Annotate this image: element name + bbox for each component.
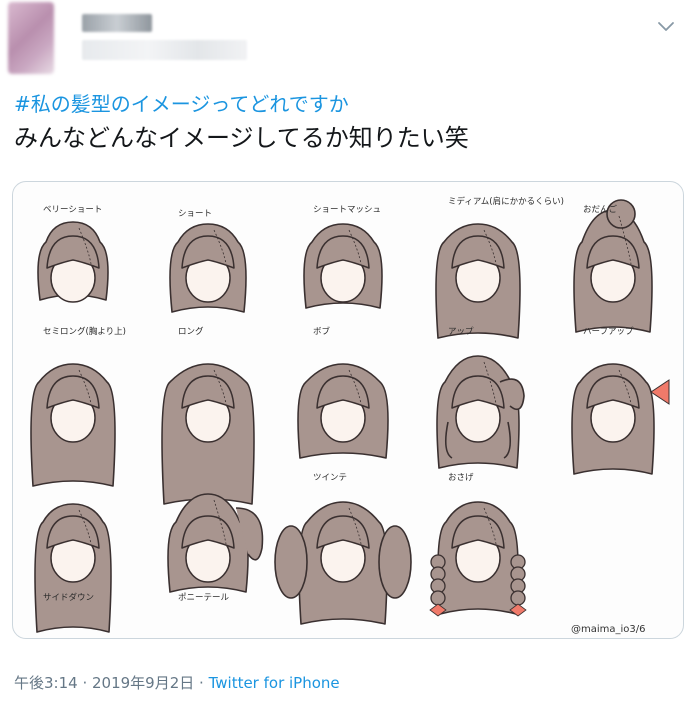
- illustration-credit: @maima_io3/6: [571, 624, 646, 635]
- hairstyle-7: ロング: [161, 326, 255, 505]
- tweet-date[interactable]: 2019年9月2日: [92, 674, 194, 692]
- hairstyle-label: ロング: [178, 326, 204, 337]
- tweet-time[interactable]: 午後3:14: [14, 674, 78, 692]
- hairstyle-label: アップ: [448, 327, 474, 337]
- hairstyle-14: おさげ: [429, 473, 527, 617]
- hairstyle-2: ショート: [169, 209, 247, 313]
- hairstyle-label: おさげ: [448, 473, 474, 483]
- tweet-meta: 午後3:14 · 2019年9月2日 · Twitter for iPhone: [14, 672, 340, 693]
- hairstyle-4: ミディアム(肩にかかるくらい): [435, 196, 564, 339]
- hairstyle-label: セミロング(胸より上): [43, 326, 126, 337]
- hairstyle-5: おだんご: [573, 199, 653, 333]
- hairstyle-label: ベリーショート: [43, 205, 102, 215]
- hairstyle-11: サイドダウン: [34, 503, 112, 633]
- hairstyle-illustration: ベリーショート ショート ショートマッシュ ミディアム(肩にかかるくらい) おだんごセミ…: [30, 196, 670, 635]
- chevron-down-icon[interactable]: [654, 14, 678, 38]
- hairstyle-label: ミディアム(肩にかかるくらい): [448, 196, 564, 207]
- hairstyle-label: ショートマッシュ: [313, 205, 381, 215]
- meta-separator: ·: [77, 674, 92, 692]
- hairstyle-label: ポニーテール: [178, 593, 230, 603]
- hairstyle-label: おだんご: [583, 204, 618, 215]
- avatar[interactable]: [8, 2, 54, 74]
- hairstyle-12: ポニーテール: [167, 493, 264, 603]
- hashtag-link[interactable]: #私の髪型のイメージってどれですか: [14, 88, 349, 117]
- hairstyle-10: ハーフアップ: [571, 327, 670, 475]
- hairstyle-6: セミロング(胸より上): [30, 326, 126, 487]
- tweet-text: みんなどんなイメージしてるか知りたい笑: [14, 124, 469, 152]
- hairstyle-8: ボブ: [297, 326, 389, 459]
- display-name-blurred[interactable]: [82, 14, 152, 32]
- hairstyle-label: サイドダウン: [43, 592, 94, 603]
- hairstyle-9: アップ: [436, 327, 525, 469]
- tweet-source[interactable]: Twitter for iPhone: [209, 674, 340, 692]
- username-blurred[interactable]: [82, 40, 247, 60]
- hairstyle-label: ハーフアップ: [583, 327, 634, 337]
- meta-separator-2: ·: [194, 674, 209, 692]
- hairstyle-13: ツインテ: [274, 473, 412, 625]
- hairstyle-label: ショート: [178, 209, 212, 219]
- hairstyle-label: ボブ: [313, 326, 331, 337]
- tweet-image[interactable]: ベリーショート ショート ショートマッシュ ミディアム(肩にかかるくらい) おだんごセミ…: [12, 181, 684, 639]
- hairstyle-label: ツインテ: [313, 473, 347, 483]
- hairstyle-3: ショートマッシュ: [303, 205, 383, 309]
- hairstyle-1: ベリーショート: [37, 205, 109, 303]
